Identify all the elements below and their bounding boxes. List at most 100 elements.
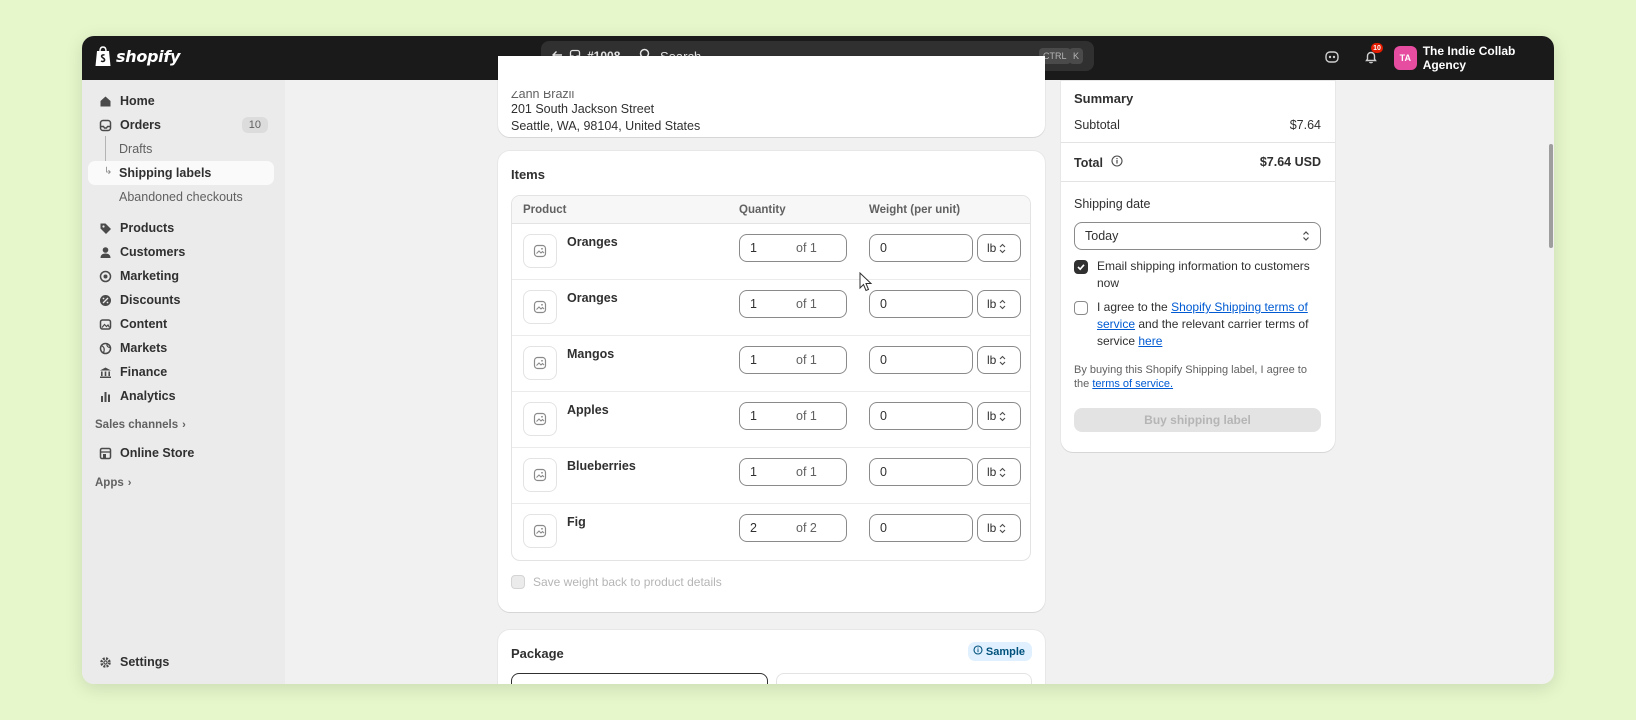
sidebar-item-analytics[interactable]: Analytics bbox=[88, 384, 274, 408]
sidebar-item-label: Orders bbox=[120, 118, 161, 132]
save-weight-option: Save weight back to product details bbox=[511, 575, 722, 589]
sidebar-item-label: Content bbox=[120, 317, 168, 331]
weight-input[interactable]: 0 bbox=[869, 346, 973, 374]
store-name: The Indie Collab Agency bbox=[1422, 44, 1516, 72]
weight-unit-select[interactable]: lb bbox=[977, 402, 1021, 430]
sidebar-item-marketing[interactable]: Marketing bbox=[88, 264, 274, 288]
quantity-total: of 1 bbox=[796, 353, 817, 367]
scroll-thumb[interactable] bbox=[1549, 144, 1553, 248]
quantity-input[interactable]: 1 of 1 bbox=[739, 290, 847, 318]
notification-count-badge: 10 bbox=[1371, 43, 1383, 53]
quantity-value: 2 bbox=[750, 521, 757, 535]
weight-input[interactable]: 0 bbox=[869, 234, 973, 262]
address-street: 201 South Jackson Street bbox=[511, 102, 655, 116]
items-table: Product Quantity Weight (per unit) Orang… bbox=[511, 195, 1031, 561]
save-weight-label: Save weight back to product details bbox=[533, 575, 722, 589]
select-arrows-icon bbox=[999, 467, 1006, 477]
sidebar-item-orders[interactable]: Orders 10 bbox=[88, 113, 274, 137]
sidebar-item-shipping-labels[interactable]: ↳ Shipping labels bbox=[88, 161, 274, 185]
agree-prefix: I agree to the bbox=[1097, 300, 1172, 314]
weight-unit-select[interactable]: lb bbox=[977, 234, 1021, 262]
shipping-date-select[interactable]: Today bbox=[1074, 222, 1321, 250]
weight-unit: lb bbox=[987, 465, 997, 479]
buy-shipping-label-button[interactable]: Buy shipping label bbox=[1074, 408, 1321, 432]
col-quantity: Quantity bbox=[739, 204, 786, 216]
sales-channels-heading[interactable]: Sales channels › bbox=[95, 419, 186, 431]
package-option[interactable] bbox=[776, 673, 1032, 684]
table-row: Blueberries 1 of 1 0 lb bbox=[512, 448, 1030, 504]
weight-unit-select[interactable]: lb bbox=[977, 458, 1021, 486]
discount-icon bbox=[98, 293, 112, 307]
summary-title: Summary bbox=[1074, 91, 1134, 106]
sidebar-item-products[interactable]: Products bbox=[88, 216, 274, 240]
agree-option: I agree to the Shopify Shipping terms of… bbox=[1074, 299, 1321, 350]
weight-unit-select[interactable]: lb bbox=[977, 290, 1021, 318]
quantity-input[interactable]: 1 of 1 bbox=[739, 346, 847, 374]
weight-value: 0 bbox=[880, 465, 887, 479]
sidebar-item-content[interactable]: Content bbox=[88, 312, 274, 336]
quantity-input[interactable]: 1 of 1 bbox=[739, 458, 847, 486]
terms-of-service-link[interactable]: terms of service. bbox=[1092, 378, 1173, 390]
total-value: $7.64 USD bbox=[1259, 155, 1321, 169]
weight-unit: lb bbox=[987, 353, 997, 367]
sidekick-icon[interactable] bbox=[1321, 46, 1343, 68]
sidebar-item-drafts[interactable]: Drafts bbox=[88, 137, 274, 161]
package-option-selected[interactable] bbox=[511, 673, 768, 684]
quantity-input[interactable]: 1 of 1 bbox=[739, 402, 847, 430]
sales-channels-label: Sales channels bbox=[95, 419, 179, 431]
agree-checkbox[interactable] bbox=[1074, 301, 1088, 315]
shopify-logo[interactable]: shopify bbox=[94, 46, 180, 67]
weight-unit: lb bbox=[987, 409, 997, 423]
weight-input[interactable]: 0 bbox=[869, 402, 973, 430]
account-menu[interactable]: TA The Indie Collab Agency bbox=[1394, 44, 1554, 72]
sidebar-item-label: Online Store bbox=[120, 446, 195, 460]
items-card: Items Product Quantity Weight (per unit)… bbox=[498, 151, 1045, 612]
table-row: Oranges 1 of 1 0 lb bbox=[512, 280, 1030, 336]
weight-unit-select[interactable]: lb bbox=[977, 514, 1021, 542]
sidebar-item-online-store[interactable]: Online Store bbox=[88, 441, 274, 465]
info-icon[interactable] bbox=[1111, 155, 1123, 170]
select-arrows-icon bbox=[999, 523, 1006, 533]
product-name: Oranges bbox=[567, 291, 618, 305]
sidebar-item-settings[interactable]: Settings bbox=[88, 650, 274, 674]
carrier-terms-link[interactable]: here bbox=[1138, 334, 1162, 348]
save-weight-checkbox[interactable] bbox=[511, 575, 525, 589]
notifications-bell-icon[interactable]: 10 bbox=[1360, 43, 1383, 68]
scrollbar[interactable] bbox=[1548, 80, 1554, 684]
col-weight: Weight (per unit) bbox=[869, 204, 961, 216]
sidebar-item-discounts[interactable]: Discounts bbox=[88, 288, 274, 312]
weight-value: 0 bbox=[880, 241, 887, 255]
apps-heading[interactable]: Apps › bbox=[95, 477, 131, 489]
total-label: Total bbox=[1074, 155, 1103, 170]
sidebar-item-customers[interactable]: Customers bbox=[88, 240, 274, 264]
weight-input[interactable]: 0 bbox=[869, 514, 973, 542]
total-row: Total $7.64 USD bbox=[1074, 155, 1321, 170]
apps-label: Apps bbox=[95, 477, 124, 489]
logo-text: shopify bbox=[116, 47, 181, 66]
table-row: Mangos 1 of 1 0 lb bbox=[512, 336, 1030, 392]
weight-input[interactable]: 0 bbox=[869, 458, 973, 486]
summary-card: Summary Subtotal $7.64 Total $7.64 USD S… bbox=[1061, 81, 1335, 452]
quantity-input[interactable]: 2 of 2 bbox=[739, 514, 847, 542]
email-label: Email shipping information to customers … bbox=[1097, 259, 1310, 290]
sidebar-item-label: Drafts bbox=[119, 142, 153, 156]
shipping-date-value: Today bbox=[1085, 229, 1119, 243]
sidebar-item-abandoned-checkouts[interactable]: Abandoned checkouts bbox=[88, 185, 274, 209]
table-header: Product Quantity Weight (per unit) bbox=[512, 196, 1030, 224]
email-checkbox[interactable] bbox=[1074, 260, 1088, 274]
sidebar-item-finance[interactable]: Finance bbox=[88, 360, 274, 384]
product-name: Blueberries bbox=[567, 459, 636, 473]
globe-icon bbox=[98, 341, 112, 355]
sidebar-item-home[interactable]: Home bbox=[88, 89, 274, 113]
quantity-input[interactable]: 1 of 1 bbox=[739, 234, 847, 262]
subtotal-row: Subtotal $7.64 bbox=[1074, 118, 1321, 132]
sidebar-item-label: Customers bbox=[120, 245, 186, 259]
home-icon bbox=[98, 94, 112, 108]
sidebar-item-markets[interactable]: Markets bbox=[88, 336, 274, 360]
weight-unit-select[interactable]: lb bbox=[977, 346, 1021, 374]
sample-badge-label: Sample bbox=[985, 645, 1025, 658]
weight-input[interactable]: 0 bbox=[869, 290, 973, 318]
info-icon bbox=[973, 645, 983, 658]
sidebar-item-label: Markets bbox=[120, 341, 168, 355]
quantity-total: of 1 bbox=[796, 241, 817, 255]
